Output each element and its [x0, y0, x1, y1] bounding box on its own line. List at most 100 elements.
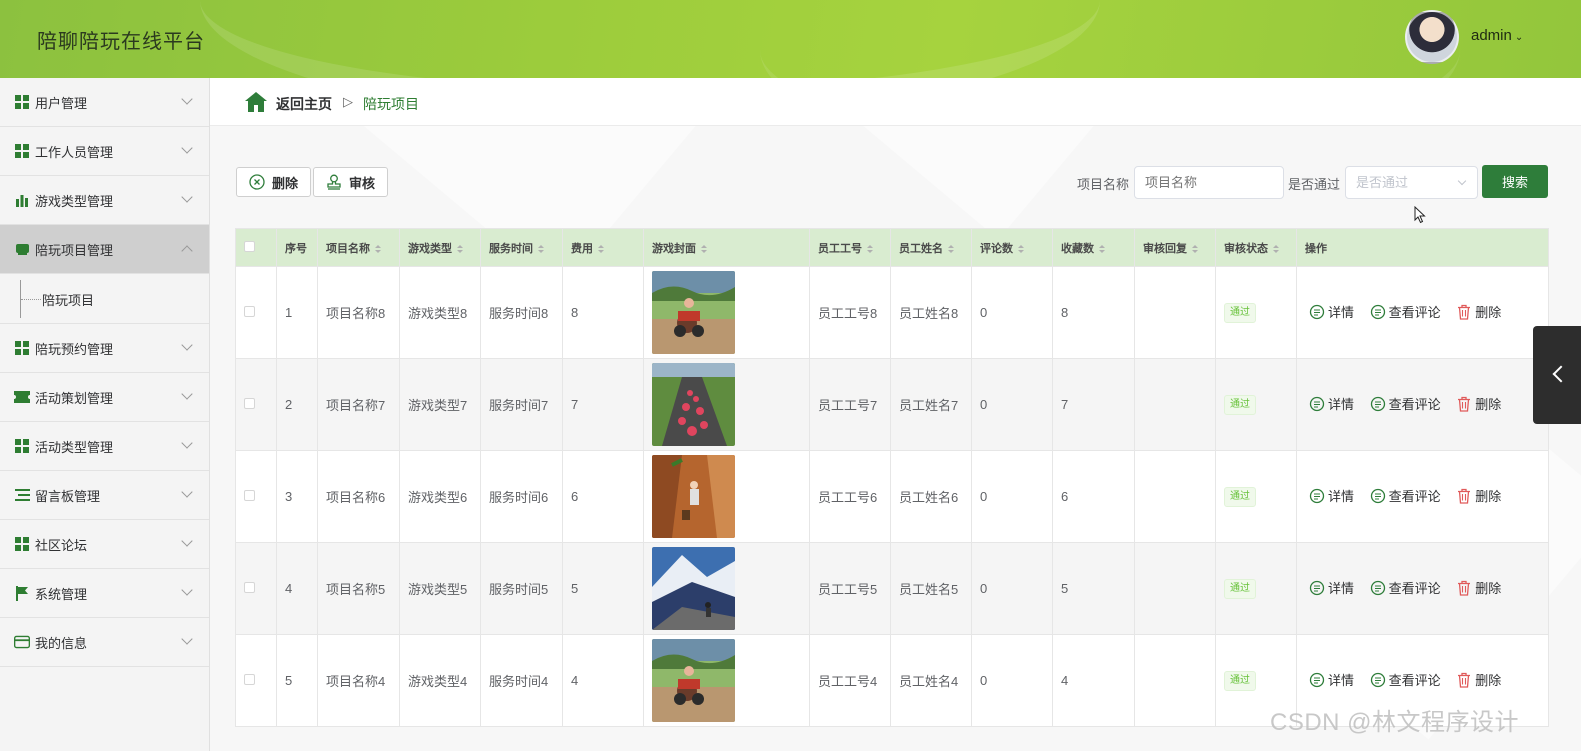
- column-header[interactable]: 游戏封面: [643, 228, 810, 267]
- select-all-checkbox[interactable]: [244, 240, 255, 252]
- detail-icon: [1309, 580, 1325, 596]
- employee-name-cell: 员工姓名4: [890, 634, 972, 727]
- pass-select[interactable]: 是否通过: [1345, 166, 1478, 199]
- status-cell: 通过: [1215, 542, 1297, 635]
- sidebar-item-game-type-management[interactable]: 游戏类型管理: [0, 176, 209, 225]
- row-select-cell[interactable]: [235, 358, 277, 451]
- column-header[interactable]: 费用: [562, 228, 644, 267]
- sidebar-item-my-info[interactable]: 我的信息: [0, 618, 209, 667]
- sort-icon[interactable]: [538, 244, 544, 253]
- detail-button[interactable]: 详情: [1309, 302, 1354, 321]
- row-checkbox[interactable]: [244, 306, 255, 317]
- home-icon[interactable]: [245, 92, 267, 112]
- batch-delete-button[interactable]: 删除: [236, 167, 311, 197]
- sidebar-item-message-board-management[interactable]: 留言板管理: [0, 471, 209, 520]
- sidebar-item-event-planning-management[interactable]: 活动策划管理: [0, 373, 209, 422]
- sidebar-item-companion-project-management[interactable]: 陪玩项目管理: [0, 225, 209, 274]
- column-header[interactable]: 序号: [276, 228, 318, 267]
- index-cell: 2: [276, 358, 318, 451]
- sidebar-item-label: 社区论坛: [35, 537, 88, 553]
- column-header[interactable]: 审核回复: [1134, 228, 1216, 267]
- detail-button[interactable]: 详情: [1309, 578, 1354, 597]
- column-header[interactable]: 游戏类型: [399, 228, 481, 267]
- cover-image[interactable]: [652, 271, 809, 354]
- employee-number-cell: 员工工号4: [809, 634, 891, 727]
- view-comments-button[interactable]: 查看评论: [1370, 670, 1441, 689]
- row-checkbox[interactable]: [244, 490, 255, 501]
- cover-cell: [643, 358, 810, 451]
- trash-icon: [1456, 396, 1472, 412]
- sidebar-item-label: 陪玩项目管理: [35, 242, 114, 258]
- row-select-cell[interactable]: [235, 542, 277, 635]
- cover-image[interactable]: [652, 455, 809, 538]
- sort-icon[interactable]: [701, 244, 707, 253]
- row-checkbox[interactable]: [244, 582, 255, 593]
- sort-icon[interactable]: [1018, 244, 1024, 253]
- detail-button[interactable]: 详情: [1309, 670, 1354, 689]
- sort-icon[interactable]: [1192, 244, 1198, 253]
- row-select-cell[interactable]: [235, 266, 277, 359]
- sidebar-item-system-management[interactable]: 系统管理: [0, 569, 209, 618]
- table-row[interactable]: 2 项目名称7 游戏类型7 服务时间7 7 员工工号7 员工姓名7 0 7 通过…: [235, 358, 1549, 451]
- column-header[interactable]: 评论数: [971, 228, 1053, 267]
- collapse-panel-tab[interactable]: [1533, 326, 1581, 424]
- view-comments-button[interactable]: 查看评论: [1370, 578, 1441, 597]
- user-menu[interactable]: admin ⌄: [1471, 27, 1523, 44]
- chevron-left-icon: [1552, 365, 1570, 383]
- delete-row-button[interactable]: 删除: [1456, 670, 1501, 689]
- cover-image[interactable]: [652, 547, 809, 630]
- sort-icon[interactable]: [598, 244, 604, 253]
- username[interactable]: admin: [1471, 27, 1512, 44]
- delete-row-button[interactable]: 删除: [1456, 394, 1501, 413]
- breadcrumb: 返回主页 ▷ 陪玩项目: [210, 78, 1581, 126]
- trash-icon: [1456, 488, 1472, 504]
- sort-icon[interactable]: [1273, 244, 1279, 253]
- chevron-down-icon: [181, 339, 193, 351]
- search-button[interactable]: 搜索: [1482, 165, 1548, 198]
- sidebar-item-user-management[interactable]: 用户管理: [0, 78, 209, 127]
- select-all-cell[interactable]: [235, 228, 277, 267]
- column-header[interactable]: 收藏数: [1052, 228, 1135, 267]
- view-comments-button[interactable]: 查看评论: [1370, 486, 1441, 505]
- detail-button[interactable]: 详情: [1309, 486, 1354, 505]
- view-comments-button[interactable]: 查看评论: [1370, 302, 1441, 321]
- comments-count-cell: 0: [971, 358, 1053, 451]
- table-row[interactable]: 3 项目名称6 游戏类型6 服务时间6 6 员工工号6 员工姓名6 0 6 通过…: [235, 450, 1549, 543]
- detail-button[interactable]: 详情: [1309, 394, 1354, 413]
- column-header[interactable]: 服务时间: [480, 228, 563, 267]
- avatar[interactable]: [1405, 10, 1459, 64]
- row-checkbox[interactable]: [244, 398, 255, 409]
- sort-icon[interactable]: [1099, 244, 1105, 253]
- sidebar-subitem-companion-project[interactable]: 陪玩项目: [42, 290, 94, 309]
- sort-icon[interactable]: [457, 244, 463, 253]
- view-comments-button[interactable]: 查看评论: [1370, 394, 1441, 413]
- row-select-cell[interactable]: [235, 634, 277, 727]
- breadcrumb-home-link[interactable]: 返回主页: [276, 94, 332, 114]
- cover-image[interactable]: [652, 363, 809, 446]
- table-row[interactable]: 1 项目名称8 游戏类型8 服务时间8 8 员工工号8 员工姓名8 0 8 通过…: [235, 266, 1549, 359]
- game-type-cell: 游戏类型4: [399, 634, 481, 727]
- chevron-down-icon[interactable]: ⌄: [1515, 32, 1523, 43]
- project-name-input[interactable]: [1134, 166, 1284, 199]
- sidebar-item-community-forum[interactable]: 社区论坛: [0, 520, 209, 569]
- sidebar-item-booking-management[interactable]: 陪玩预约管理: [0, 324, 209, 373]
- main-content: 返回主页 ▷ 陪玩项目 删除 审核 项目名称 是否通过 是否通过 搜索 序号: [210, 78, 1581, 751]
- column-header[interactable]: 审核状态: [1215, 228, 1297, 267]
- chevron-down-icon: [181, 142, 193, 154]
- table-row[interactable]: 4 项目名称5 游戏类型5 服务时间5 5 员工工号5 员工姓名5 0 5 通过…: [235, 542, 1549, 635]
- delete-row-button[interactable]: 删除: [1456, 302, 1501, 321]
- sort-icon[interactable]: [375, 244, 381, 253]
- column-header[interactable]: 员工姓名: [890, 228, 972, 267]
- column-header[interactable]: 项目名称: [317, 228, 400, 267]
- delete-row-button[interactable]: 删除: [1456, 578, 1501, 597]
- sidebar-item-staff-management[interactable]: 工作人员管理: [0, 127, 209, 176]
- sort-icon[interactable]: [867, 244, 873, 253]
- row-checkbox[interactable]: [244, 674, 255, 685]
- column-header[interactable]: 员工工号: [809, 228, 891, 267]
- sort-icon[interactable]: [948, 244, 954, 253]
- row-select-cell[interactable]: [235, 450, 277, 543]
- sidebar-item-event-type-management[interactable]: 活动类型管理: [0, 422, 209, 471]
- audit-button[interactable]: 审核: [313, 167, 388, 197]
- cover-image[interactable]: [652, 639, 809, 722]
- delete-row-button[interactable]: 删除: [1456, 486, 1501, 505]
